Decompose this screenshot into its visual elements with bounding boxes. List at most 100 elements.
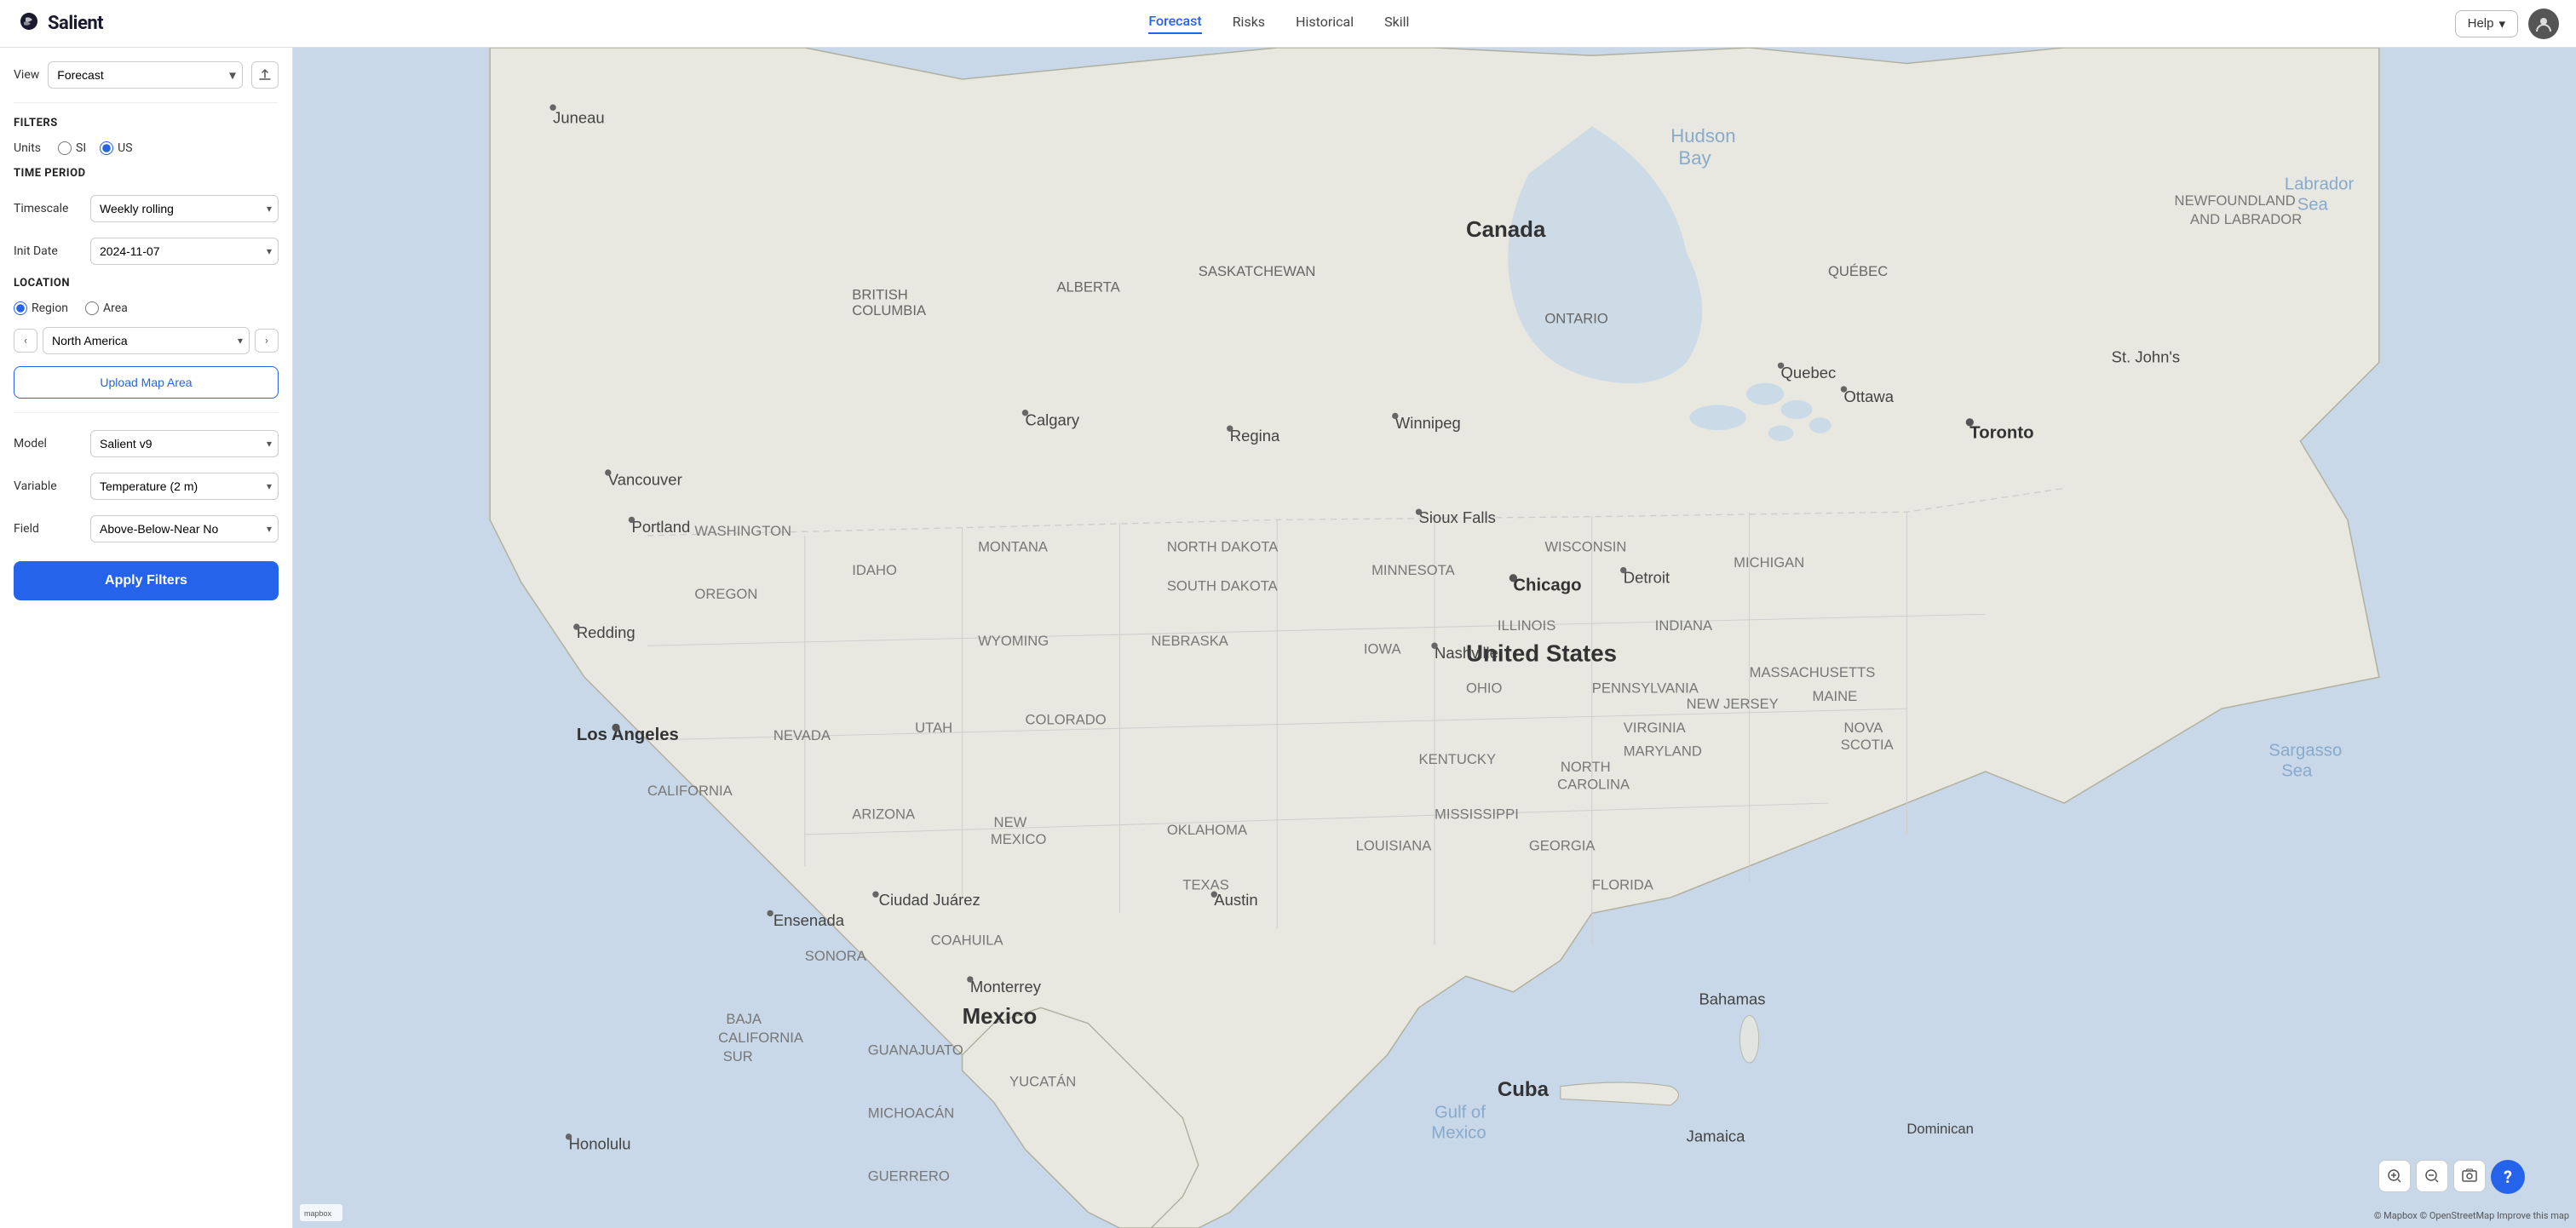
svg-text:Toronto: Toronto (1969, 423, 2033, 442)
svg-text:Mexico: Mexico (963, 1005, 1038, 1029)
svg-text:Canada: Canada (1466, 218, 1546, 242)
svg-text:NEBRASKA: NEBRASKA (1151, 633, 1228, 649)
svg-text:MICHOACÁN: MICHOACÁN (868, 1105, 955, 1122)
svg-text:Chicago: Chicago (1513, 577, 1581, 595)
svg-text:MICHIGAN: MICHIGAN (1734, 554, 1804, 571)
svg-text:ONTARIO: ONTARIO (1544, 310, 1608, 326)
logo-text: Salient (48, 13, 103, 34)
svg-text:ALBERTA: ALBERTA (1056, 278, 1120, 295)
svg-text:MONTANA: MONTANA (978, 538, 1049, 554)
svg-text:COAHUILA: COAHUILA (931, 932, 1004, 948)
svg-text:Portland: Portland (632, 518, 691, 536)
help-button[interactable]: Help ▾ (2455, 10, 2518, 37)
svg-text:Sioux Falls: Sioux Falls (1419, 508, 1496, 526)
svg-text:St. John's: St. John's (2112, 348, 2181, 366)
field-select[interactable]: Above-Below-Near NoAnomalyAbsolute (90, 515, 279, 542)
svg-text:Mexico: Mexico (1431, 1124, 1486, 1143)
svg-text:UTAH: UTAH (915, 720, 952, 736)
variable-select[interactable]: Temperature (2 m)PrecipitationWind Speed (90, 473, 279, 500)
svg-text:Bay: Bay (1678, 147, 1711, 169)
svg-text:MISSISSIPPI: MISSISSIPPI (1435, 806, 1519, 823)
svg-text:Juneau: Juneau (553, 109, 605, 127)
view-select[interactable]: Forecast (48, 61, 243, 89)
variable-select-wrap: Temperature (2 m)PrecipitationWind Speed… (90, 473, 279, 500)
timescale-label: Timescale (14, 202, 82, 215)
main-nav: Forecast Risks Historical Skill (1148, 13, 1409, 34)
nav-skill[interactable]: Skill (1384, 14, 1409, 33)
region-prev-button[interactable]: ‹ (14, 329, 37, 353)
zoom-in-button[interactable] (2378, 1160, 2411, 1192)
model-select[interactable]: Salient v9Salient v8 (90, 430, 279, 457)
location-type-row: Region Area (14, 301, 279, 315)
svg-text:Jamaica: Jamaica (1687, 1127, 1745, 1145)
svg-text:SASKATCHEWAN: SASKATCHEWAN (1199, 263, 1316, 279)
svg-text:NEW: NEW (994, 814, 1027, 830)
svg-text:Austin: Austin (1214, 891, 1257, 909)
svg-text:BRITISH: BRITISH (852, 287, 908, 303)
timescale-row: Timescale Weekly rollingMonthlySeasonal … (14, 195, 279, 222)
svg-text:Vancouver: Vancouver (608, 471, 682, 489)
location-area-radio[interactable] (85, 301, 99, 315)
svg-text:SCOTIA: SCOTIA (1841, 737, 1895, 753)
svg-text:Los Angeles: Los Angeles (577, 726, 679, 744)
screenshot-button[interactable] (2453, 1160, 2486, 1192)
svg-text:WYOMING: WYOMING (978, 633, 1049, 649)
nav-risks[interactable]: Risks (1233, 14, 1265, 33)
units-si-option[interactable]: SI (58, 141, 86, 155)
region-next-button[interactable]: › (255, 329, 279, 353)
units-si-radio[interactable] (58, 141, 72, 155)
nav-historical[interactable]: Historical (1296, 14, 1354, 33)
svg-text:ILLINOIS: ILLINOIS (1498, 617, 1555, 634)
svg-text:CAROLINA: CAROLINA (1557, 776, 1630, 792)
svg-text:NOVA: NOVA (1843, 720, 1883, 736)
svg-text:Gulf of: Gulf of (1435, 1104, 1486, 1122)
units-radio-group: SI US (58, 141, 133, 155)
svg-text:CALIFORNIA: CALIFORNIA (718, 1030, 804, 1046)
logo-area: Salient (17, 9, 103, 38)
svg-text:Calgary: Calgary (1026, 411, 1080, 429)
upload-icon-button[interactable] (251, 61, 279, 89)
svg-text:CALIFORNIA: CALIFORNIA (647, 783, 733, 799)
model-row: Model Salient v9Salient v8 ▾ (14, 430, 279, 457)
location-region-option[interactable]: Region (14, 301, 68, 315)
timescale-select-wrap: Weekly rollingMonthlySeasonal ▾ (90, 195, 279, 222)
units-us-radio[interactable] (100, 141, 113, 155)
nav-forecast[interactable]: Forecast (1148, 13, 1201, 34)
view-row: View Forecast ▾ (14, 61, 279, 89)
region-select-wrap: North AmericaEuropeAsiaSouth AmericaAfri… (43, 327, 250, 354)
svg-text:SONORA: SONORA (805, 948, 867, 964)
svg-text:NEWFOUNDLAND: NEWFOUNDLAND (2175, 192, 2296, 209)
help-chevron-icon: ▾ (2498, 16, 2505, 32)
upload-map-area-button[interactable]: Upload Map Area (14, 366, 279, 399)
map-svg: Canada BRITISH COLUMBIA ALBERTA SASKATCH… (293, 48, 2576, 1228)
location-area-option[interactable]: Area (85, 301, 128, 315)
svg-text:AND LABRADOR: AND LABRADOR (2190, 211, 2302, 227)
svg-text:Nashville: Nashville (1435, 644, 1498, 662)
svg-text:Ciudad Juárez: Ciudad Juárez (879, 891, 980, 909)
units-us-option[interactable]: US (100, 141, 132, 155)
region-select[interactable]: North AmericaEuropeAsiaSouth AmericaAfri… (43, 327, 250, 354)
zoom-out-button[interactable] (2416, 1160, 2448, 1192)
user-avatar[interactable] (2528, 9, 2559, 39)
location-region-radio[interactable] (14, 301, 27, 315)
units-us-label: US (118, 141, 132, 155)
map-overlay[interactable]: Canada BRITISH COLUMBIA ALBERTA SASKATCH… (293, 48, 2576, 1228)
svg-text:Ottawa: Ottawa (1843, 387, 1894, 405)
timescale-select[interactable]: Weekly rollingMonthlySeasonal (90, 195, 279, 222)
apply-filters-button[interactable]: Apply Filters (14, 561, 279, 600)
svg-text:GEORGIA: GEORGIA (1529, 837, 1596, 853)
svg-text:NEW JERSEY: NEW JERSEY (1687, 696, 1779, 712)
help-float-button[interactable]: ? (2491, 1160, 2525, 1194)
svg-text:OHIO: OHIO (1466, 680, 1503, 697)
svg-text:Regina: Regina (1230, 427, 1280, 445)
svg-text:VIRGINIA: VIRGINIA (1624, 720, 1687, 736)
init-date-select[interactable]: 2024-11-072024-11-012024-10-24 (90, 238, 279, 265)
view-select-wrap: Forecast ▾ (48, 61, 243, 89)
svg-text:MASSACHUSETTS: MASSACHUSETTS (1750, 664, 1876, 680)
init-date-wrap: 2024-11-072024-11-012024-10-24 ▾ (90, 238, 279, 265)
svg-text:mapbox: mapbox (304, 1209, 332, 1218)
map-copyright: © Mapbox © OpenStreetMap Improve this ma… (2374, 1210, 2569, 1221)
svg-text:NEVADA: NEVADA (773, 727, 831, 743)
svg-text:MEXICO: MEXICO (991, 831, 1047, 847)
svg-text:QUÉBEC: QUÉBEC (1828, 263, 1888, 279)
